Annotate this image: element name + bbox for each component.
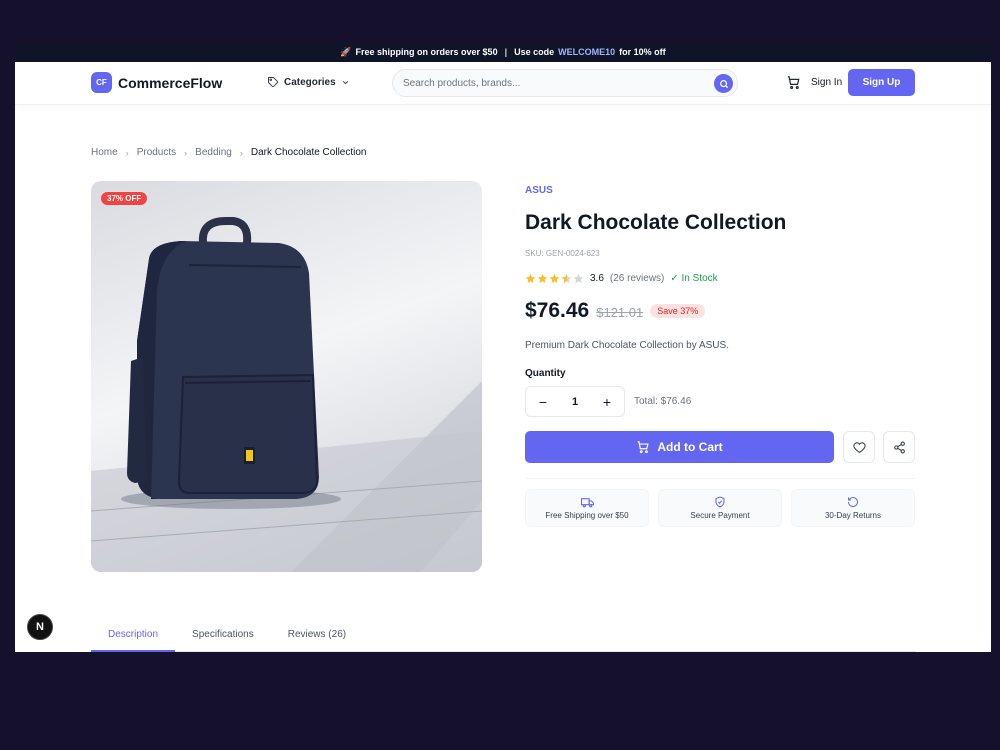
feature-label: Free Shipping over $50 — [545, 510, 629, 520]
star-icon — [525, 273, 536, 284]
decrease-quantity-button[interactable]: − — [536, 394, 550, 410]
search-button[interactable] — [714, 74, 733, 93]
price-row: $76.46 $121.01 Save 37% — [525, 299, 706, 323]
feature-returns: 30-Day Returns — [791, 489, 915, 527]
rating-value: 3.6 — [590, 273, 604, 284]
truck-icon — [580, 497, 594, 507]
heart-icon — [852, 441, 866, 453]
share-icon — [893, 441, 905, 453]
quantity-stepper: − 1 + — [525, 386, 625, 417]
promo-code-prefix: Use code — [514, 47, 555, 57]
breadcrumb: Home › Products › Bedding › Dark Chocola… — [91, 147, 366, 158]
cart-icon — [638, 441, 649, 454]
star-empty-icon — [573, 273, 584, 284]
increase-quantity-button[interactable]: + — [600, 394, 614, 410]
cart-button[interactable] — [786, 75, 801, 95]
product-brand[interactable]: ASUS — [525, 185, 553, 196]
product-sku: SKU: GEN-0024-623 — [525, 249, 600, 258]
breadcrumb-products[interactable]: Products — [137, 147, 176, 158]
original-price: $121.01 — [596, 305, 644, 320]
review-count[interactable]: (26 reviews) — [610, 273, 664, 284]
product-image[interactable]: 37% OFF — [91, 181, 482, 572]
tab-description[interactable]: Description — [91, 620, 176, 652]
feature-label: Secure Payment — [690, 511, 750, 520]
rocket-icon: 🚀 — [340, 46, 352, 57]
quantity-label: Quantity — [525, 368, 566, 379]
categories-label: Categories — [284, 76, 336, 88]
star-rating — [525, 273, 584, 284]
star-icon — [537, 273, 548, 284]
site-header: CF CommerceFlow Categories Sign In Sign … — [15, 62, 991, 105]
browser-viewport: 🚀 Free shipping on orders over $50 | Use… — [15, 42, 991, 652]
tag-icon — [268, 77, 279, 88]
discount-badge: 37% OFF — [101, 192, 148, 205]
search-input[interactable] — [403, 77, 703, 89]
star-icon — [549, 273, 560, 284]
backpack-icon — [91, 217, 482, 572]
product-tabs: Description Specifications Reviews (26) — [91, 620, 916, 652]
search-icon — [719, 79, 728, 88]
share-button[interactable] — [883, 431, 915, 463]
logo-text: CommerceFlow — [118, 74, 223, 91]
promo-code: WELCOME10 — [558, 47, 616, 57]
sign-up-button[interactable]: Sign Up — [848, 69, 915, 96]
breadcrumb-bedding[interactable]: Bedding — [195, 147, 232, 158]
promo-bar: 🚀 Free shipping on orders over $50 | Use… — [15, 42, 991, 62]
wishlist-button[interactable] — [843, 431, 875, 463]
stock-status: ✓ In Stock — [670, 273, 718, 284]
add-to-cart-button[interactable]: Add to Cart — [525, 431, 834, 463]
star-half-icon — [561, 273, 572, 284]
tab-specifications[interactable]: Specifications — [175, 620, 271, 652]
feature-label: 30-Day Returns — [824, 511, 882, 520]
feature-secure-payment: Secure Payment — [658, 489, 782, 527]
promo-code-suffix: for 10% off — [619, 47, 666, 57]
logo[interactable]: CF CommerceFlow — [91, 72, 222, 93]
promo-shipping-text: Free shipping on orders over $50 — [355, 47, 498, 57]
save-badge: Save 37% — [650, 304, 706, 318]
shield-check-icon — [715, 496, 725, 508]
chevron-down-icon — [342, 80, 348, 84]
cart-icon — [787, 76, 800, 90]
divider — [525, 478, 916, 479]
product-description: Premium Dark Chocolate Collection by ASU… — [525, 340, 729, 351]
search-bar — [392, 69, 738, 97]
breadcrumb-home[interactable]: Home — [91, 147, 118, 158]
rating-row: 3.6 (26 reviews) ✓ In Stock — [525, 273, 718, 284]
nextjs-dev-badge[interactable]: N — [27, 614, 53, 640]
rotate-icon — [848, 497, 858, 507]
chevron-right-icon: › — [184, 147, 188, 158]
logo-mark: CF — [91, 72, 112, 93]
tab-reviews[interactable]: Reviews (26) — [271, 620, 363, 652]
quantity-value[interactable]: 1 — [572, 396, 578, 408]
categories-menu[interactable]: Categories — [267, 76, 350, 88]
product-title: Dark Chocolate Collection — [525, 211, 787, 234]
add-to-cart-label: Add to Cart — [657, 440, 723, 454]
total-price: Total: $76.46 — [634, 396, 692, 407]
current-price: $76.46 — [525, 299, 590, 322]
promo-separator: | — [504, 47, 508, 57]
chevron-right-icon: › — [239, 147, 243, 158]
feature-free-shipping: Free Shipping over $50 — [525, 489, 649, 527]
chevron-right-icon: › — [125, 147, 129, 158]
breadcrumb-current: Dark Chocolate Collection — [250, 147, 367, 158]
sign-in-link[interactable]: Sign In — [811, 77, 842, 88]
